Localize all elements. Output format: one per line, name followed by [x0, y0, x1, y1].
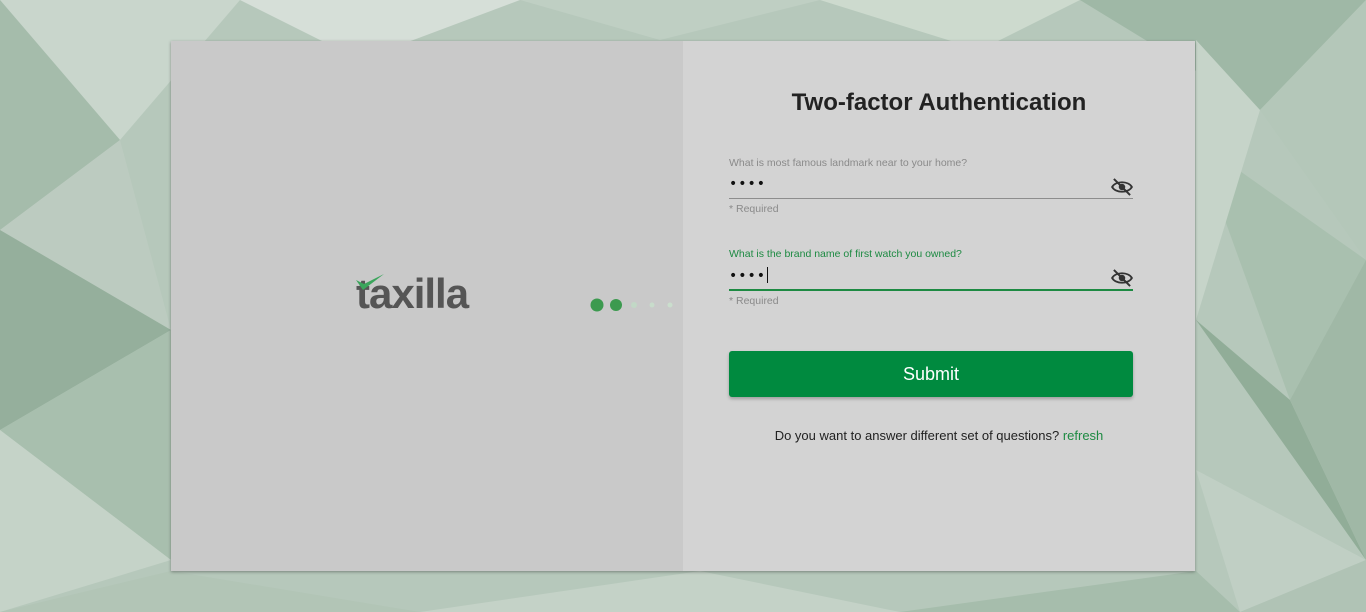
question1-label: What is most famous landmark near to you… [729, 157, 968, 169]
check-icon [356, 274, 384, 290]
question2-hint: * Required [729, 295, 779, 307]
submit-button[interactable]: Submit [729, 351, 1133, 397]
taxilla-logo: taxilla [356, 270, 506, 318]
question2-value: •••• [729, 268, 767, 284]
question2-label: What is the brand name of first watch yo… [729, 248, 962, 260]
question1-field: What is most famous landmark near to you… [729, 156, 1133, 215]
question2-field: What is the brand name of first watch yo… [729, 247, 1133, 307]
question1-hint: * Required [729, 203, 779, 215]
question2-input[interactable]: •••• [729, 267, 769, 284]
question2-input-row: •••• [729, 261, 1133, 291]
form-panel: Two-factor Authentication What is most f… [683, 41, 1195, 571]
brand-panel: taxilla [171, 41, 709, 571]
eye-off-icon[interactable] [1111, 269, 1133, 287]
text-caret [767, 267, 769, 283]
auth-card: taxilla Two-factor Authentication What i… [171, 41, 1195, 571]
eye-off-icon[interactable] [1111, 178, 1133, 196]
refresh-link[interactable]: refresh [1063, 428, 1103, 443]
footer-text: Do you want to answer different set of q… [774, 428, 1060, 443]
footer-prompt: Do you want to answer different set of q… [683, 428, 1195, 443]
question1-input[interactable]: •••• [729, 176, 766, 192]
question1-input-row: •••• [729, 170, 1133, 199]
page-title: Two-factor Authentication [791, 89, 1087, 116]
